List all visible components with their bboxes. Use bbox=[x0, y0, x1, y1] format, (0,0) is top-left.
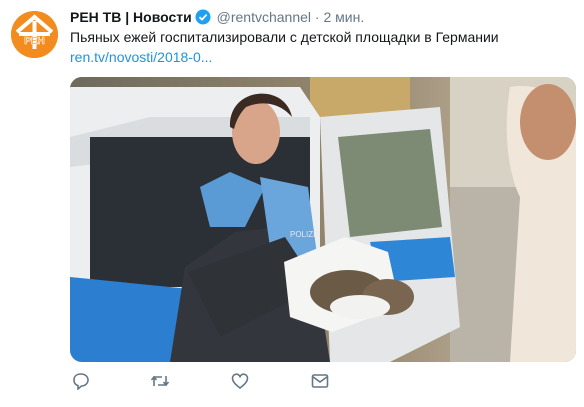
message-icon[interactable] bbox=[311, 372, 331, 392]
tweet-link[interactable]: ren.tv/novosti/2018-0... bbox=[70, 48, 212, 66]
verified-badge-icon bbox=[195, 9, 211, 25]
photo-illustration: POLIZEI bbox=[70, 77, 576, 362]
tweet-photo[interactable]: POLIZEI bbox=[70, 77, 576, 362]
account-name[interactable]: РЕН ТВ | Новости bbox=[70, 9, 192, 25]
police-badge-text: POLIZEI bbox=[290, 230, 321, 239]
svg-text:РЕН: РЕН bbox=[24, 36, 45, 47]
tweet-actions bbox=[70, 372, 370, 394]
separator-dot: · bbox=[314, 9, 320, 25]
account-avatar[interactable]: РЕН bbox=[11, 11, 58, 58]
ren-tv-logo: РЕН bbox=[11, 11, 58, 58]
account-handle[interactable]: @rentvchannel bbox=[217, 9, 311, 25]
tweet-card[interactable]: РЕН РЕН ТВ | Новости @rentvchannel · 2 м… bbox=[0, 0, 584, 407]
retweet-icon[interactable] bbox=[150, 372, 170, 392]
like-icon[interactable] bbox=[231, 372, 251, 392]
tweet-text: Пьяных ежей госпитализировали с детской … bbox=[70, 29, 499, 45]
tweet-header: РЕН ТВ | Новости @rentvchannel · 2 мин. bbox=[70, 8, 364, 26]
reply-icon[interactable] bbox=[72, 372, 92, 392]
tweet-timestamp[interactable]: 2 мин. bbox=[323, 9, 364, 25]
